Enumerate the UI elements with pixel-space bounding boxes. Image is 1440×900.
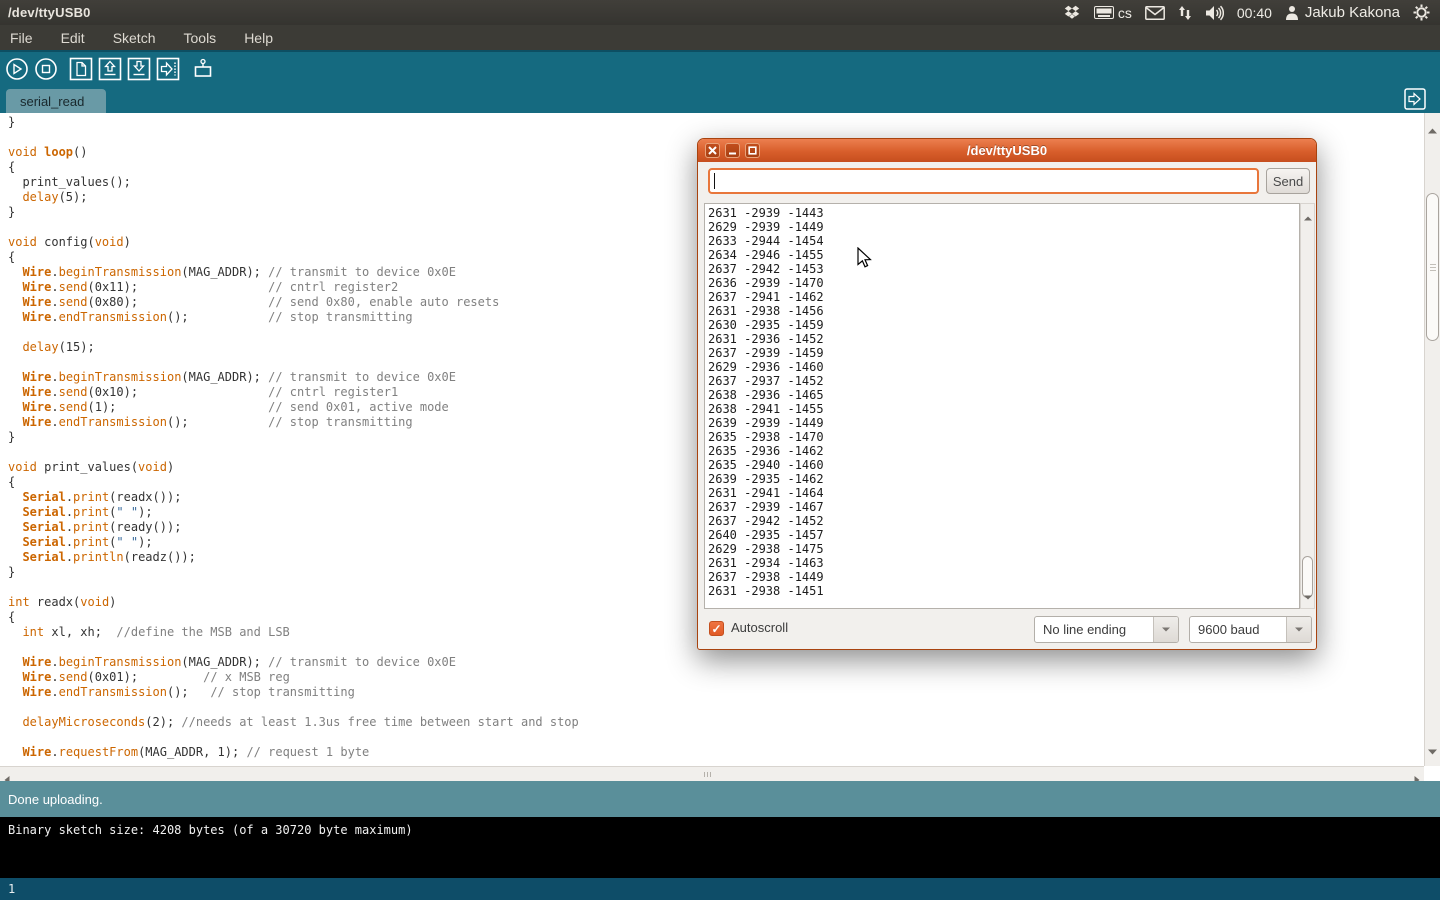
- send-button[interactable]: Send: [1266, 168, 1310, 194]
- open-sketch-button[interactable]: [98, 57, 122, 81]
- status-message: Done uploading.: [8, 792, 103, 807]
- serial-monitor-title: /dev/ttyUSB0: [967, 143, 1047, 158]
- user-icon: [1285, 5, 1299, 21]
- minimize-button[interactable]: [725, 143, 740, 158]
- scroll-up-arrow[interactable]: [1428, 121, 1437, 139]
- dropbox-icon[interactable]: [1063, 4, 1081, 21]
- close-button[interactable]: [705, 143, 720, 158]
- baud-rate-arrow[interactable]: [1286, 617, 1311, 642]
- menu-bar: File Edit Sketch Tools Help: [0, 25, 1440, 50]
- line-ending-value: No line ending: [1035, 622, 1153, 637]
- mail-icon[interactable]: [1145, 6, 1165, 20]
- gear-icon[interactable]: [1413, 4, 1430, 21]
- status-bar: Done uploading.: [0, 781, 1440, 817]
- serial-monitor-button[interactable]: [191, 57, 215, 81]
- serial-monitor-window: /dev/ttyUSB0 Send 2631 -2939 -1443 2629 …: [697, 138, 1317, 650]
- baud-rate-value: 9600 baud: [1190, 622, 1286, 637]
- menu-edit[interactable]: Edit: [47, 25, 99, 50]
- minimize-icon: [728, 146, 737, 155]
- username: Jakub Kakona: [1305, 4, 1400, 21]
- serial-scroll-down-arrow[interactable]: [1304, 587, 1312, 605]
- autoscroll-label: Autoscroll: [731, 620, 788, 635]
- serial-scrollbar[interactable]: [1300, 203, 1315, 609]
- verify-button[interactable]: [5, 57, 29, 81]
- network-icon[interactable]: [1178, 5, 1192, 21]
- serial-input[interactable]: [708, 168, 1259, 194]
- scroll-down-arrow[interactable]: [1428, 742, 1437, 760]
- menu-tools[interactable]: Tools: [170, 25, 231, 50]
- new-sketch-button[interactable]: [69, 57, 93, 81]
- chevron-down-icon: [1295, 627, 1303, 632]
- footer-bar: 1: [0, 878, 1440, 900]
- line-ending-dropdown[interactable]: No line ending: [1034, 616, 1179, 643]
- desktop: /dev/ttyUSB0 cs 00:40 Jakub Kakona: [0, 0, 1440, 900]
- serial-monitor-controls: ✓ Autoscroll No line ending 9600 baud: [698, 616, 1316, 649]
- stop-button[interactable]: [34, 57, 58, 81]
- upload-button[interactable]: [156, 57, 180, 81]
- baud-rate-dropdown[interactable]: 9600 baud: [1189, 616, 1312, 643]
- autoscroll-checkbox[interactable]: ✓: [709, 621, 724, 636]
- keyboard-icon: [1094, 6, 1114, 19]
- editor-horizontal-scrollbar[interactable]: [0, 766, 1424, 781]
- console-text: Binary sketch size: 4208 bytes (of a 307…: [8, 823, 413, 837]
- toolbar: [0, 50, 1440, 85]
- menu-help[interactable]: Help: [230, 25, 287, 50]
- clock[interactable]: 00:40: [1237, 5, 1272, 21]
- line-number: 1: [8, 882, 15, 896]
- session-indicator[interactable]: Jakub Kakona: [1285, 4, 1400, 21]
- maximize-icon: [748, 146, 757, 155]
- menu-sketch[interactable]: Sketch: [99, 25, 170, 50]
- serial-scroll-up-arrow[interactable]: [1304, 208, 1312, 226]
- system-tray: cs 00:40 Jakub Kakona: [1063, 0, 1440, 25]
- close-icon: [708, 146, 717, 155]
- serial-output-text: 2631 -2939 -1443 2629 -2939 -1449 2633 -…: [705, 204, 1299, 598]
- text-caret: [714, 173, 715, 189]
- keyboard-indicator[interactable]: cs: [1094, 5, 1132, 21]
- top-panel: /dev/ttyUSB0 cs 00:40 Jakub Kakona: [0, 0, 1440, 25]
- tab-serial-read[interactable]: serial_read: [6, 89, 106, 113]
- volume-icon[interactable]: [1205, 5, 1224, 21]
- save-sketch-button[interactable]: [127, 57, 151, 81]
- menu-file[interactable]: File: [0, 25, 47, 50]
- tab-menu-button[interactable]: [1403, 87, 1427, 111]
- mouse-cursor: [857, 247, 872, 274]
- window-title: /dev/ttyUSB0: [8, 5, 91, 20]
- chevron-down-icon: [1162, 627, 1170, 632]
- build-console: Binary sketch size: 4208 bytes (of a 307…: [0, 817, 1440, 878]
- tab-strip: serial_read: [0, 85, 1440, 113]
- line-ending-arrow[interactable]: [1153, 617, 1178, 642]
- maximize-button[interactable]: [745, 143, 760, 158]
- serial-monitor-titlebar[interactable]: /dev/ttyUSB0: [698, 139, 1316, 162]
- editor-vertical-scrollbar[interactable]: [1424, 113, 1440, 766]
- serial-output[interactable]: 2631 -2939 -1443 2629 -2939 -1449 2633 -…: [704, 203, 1300, 609]
- keyboard-layout-label: cs: [1118, 5, 1132, 21]
- tab-label: serial_read: [20, 94, 84, 109]
- editor-scrollbar-thumb[interactable]: [1426, 193, 1439, 341]
